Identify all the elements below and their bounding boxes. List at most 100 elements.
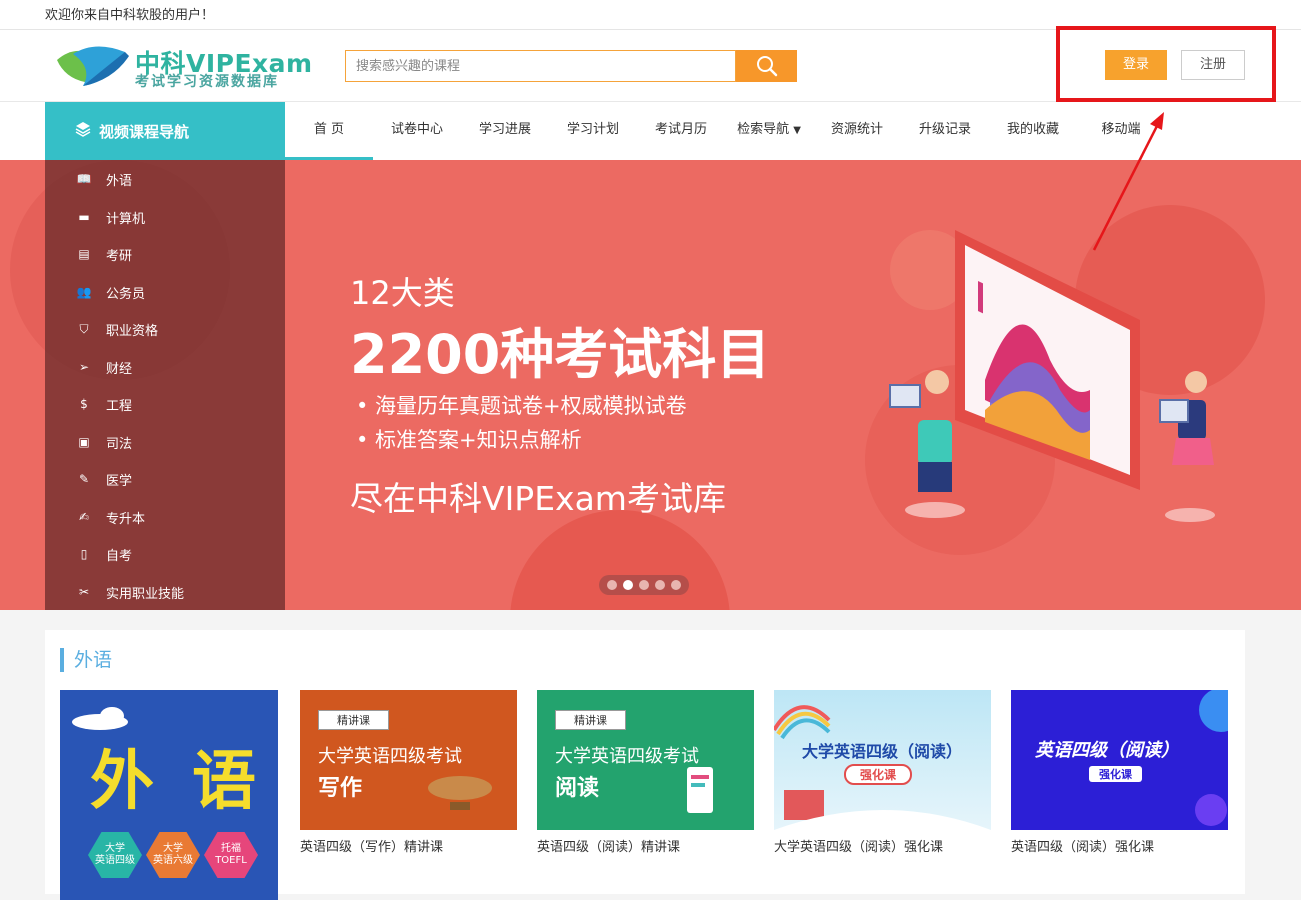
hex-cet4: 大学 英语四级 bbox=[88, 832, 142, 878]
course-caption: 大学英语四级（阅读）强化课 bbox=[774, 840, 944, 855]
big-card-char-a: 外 bbox=[90, 745, 154, 819]
nav-stats[interactable]: 资源统计 bbox=[813, 102, 901, 160]
category-card-foreign-language[interactable]: 外 语 大学 英语四级 大学 英语六级 托福 TOEFL bbox=[60, 690, 278, 900]
foreign-language-section: 外语 外 语 大学 英语四级 大学 英语六级 托福 TOEFL 精讲课 大学英语… bbox=[45, 630, 1245, 900]
sidebar-item-label: 医学 bbox=[106, 473, 133, 489]
course-card[interactable]: 英语四级（阅读） 强化课 英语四级（阅读）强化课 bbox=[1011, 690, 1228, 855]
carousel-dot[interactable] bbox=[655, 580, 665, 590]
sidebar-item-judicial[interactable]: ▣ 司法 bbox=[75, 432, 132, 452]
phone-icon bbox=[687, 767, 713, 813]
sidebar-item-self-exam[interactable]: ▯ 自考 bbox=[75, 544, 132, 564]
sidebar-item-label: 考研 bbox=[106, 248, 133, 264]
nav-calendar[interactable]: 考试月历 bbox=[637, 102, 725, 160]
logo-mark-icon bbox=[57, 46, 129, 86]
search-input[interactable] bbox=[346, 51, 735, 81]
shield-icon: ⛉ bbox=[79, 321, 89, 336]
course-thumb-title: 英语四级（阅读） bbox=[1035, 740, 1179, 761]
banner-line2: 2200种考试科目 bbox=[350, 323, 771, 386]
hex-toefl: 托福 TOEFL bbox=[204, 832, 258, 878]
sidebar-item-label: 计算机 bbox=[106, 211, 146, 227]
welcome-text: 欢迎你来自中科软股的用户！ bbox=[45, 8, 215, 23]
logo-subtitle: 考试学习资源数据库 bbox=[135, 74, 279, 90]
highlight-box bbox=[1056, 26, 1276, 102]
category-sidebar: 📖 外语 ▬ 计算机 ▤ 考研 👥 公务员 ⛉ 职业资格 ➢ 财经 $ 工程 ▣ 司法 ✎ 医学 … bbox=[45, 160, 285, 610]
course-caption: 英语四级（阅读）精讲课 bbox=[537, 840, 681, 855]
sidebar-item-label: 职业资格 bbox=[106, 323, 159, 339]
sidebar-item-label: 司法 bbox=[106, 436, 133, 452]
course-thumbnail: 大学英语四级（阅读） 强化课 bbox=[774, 690, 991, 830]
sidebar-item-qualification[interactable]: ⛉ 职业资格 bbox=[75, 319, 158, 339]
airship-icon bbox=[428, 776, 492, 810]
carousel-dots bbox=[599, 575, 689, 595]
main-nav: 视频课程导航 首 页 试卷中心 学习进展 学习计划 考试月历 检索导航 ▼ 资源… bbox=[0, 102, 1301, 160]
sidebar-item-label: 财经 bbox=[106, 361, 133, 377]
search-button[interactable] bbox=[736, 50, 797, 82]
banner-line1: 12大类 bbox=[350, 274, 455, 312]
sidebar-item-engineering[interactable]: $ 工程 bbox=[75, 394, 132, 414]
sidebar-item-label: 专升本 bbox=[106, 511, 146, 527]
sidebar-item-label: 实用职业技能 bbox=[106, 586, 185, 602]
course-caption: 英语四级（阅读）强化课 bbox=[1011, 840, 1155, 855]
course-nav-label: 视频课程导航 bbox=[99, 122, 190, 141]
sidebar-item-label: 工程 bbox=[106, 398, 133, 414]
document-icon: ▤ bbox=[78, 247, 90, 261]
course-card[interactable]: 精讲课 大学英语四级考试 写作 英语四级（写作）精讲课 bbox=[300, 690, 517, 855]
window-icon: ▬ bbox=[78, 210, 90, 224]
sidebar-item-label: 公务员 bbox=[106, 286, 146, 302]
sidebar-item-foreign-language[interactable]: 📖 外语 bbox=[75, 169, 133, 189]
banner-bullet2: • 标准答案+知识点解析 bbox=[356, 428, 582, 452]
course-thumb-subtitle: 阅读 bbox=[555, 776, 600, 801]
nav-plan[interactable]: 学习计划 bbox=[549, 102, 637, 160]
sidebar-item-vocational-skills[interactable]: ✂ 实用职业技能 bbox=[75, 582, 184, 602]
sidebar-item-computer[interactable]: ▬ 计算机 bbox=[75, 207, 145, 227]
course-caption: 英语四级（写作）精讲课 bbox=[300, 840, 444, 855]
presentation-icon: ▣ bbox=[78, 435, 90, 449]
sidebar-item-medicine[interactable]: ✎ 医学 bbox=[75, 469, 132, 489]
course-thumbnail: 英语四级（阅读） 强化课 bbox=[1011, 690, 1228, 830]
sidebar-item-upgrade-degree[interactable]: ✍ 专升本 bbox=[75, 507, 145, 527]
edit-doc-icon: ✍ bbox=[78, 510, 90, 524]
course-tag: 精讲课 bbox=[318, 710, 389, 730]
course-card[interactable]: 精讲课 大学英语四级考试 阅读 英语四级（阅读）精讲课 bbox=[537, 690, 754, 855]
sidebar-item-label: 自考 bbox=[106, 548, 133, 564]
nav-search-guide-label: 检索导航 bbox=[737, 122, 790, 137]
nav-upgrade[interactable]: 升级记录 bbox=[901, 102, 989, 160]
section-title: 外语 bbox=[60, 648, 112, 672]
sidebar-item-postgraduate[interactable]: ▤ 考研 bbox=[75, 244, 132, 264]
users-icon: 👥 bbox=[76, 285, 92, 299]
nav-search-guide[interactable]: 检索导航 ▼ bbox=[725, 102, 813, 160]
course-tag: 精讲课 bbox=[555, 710, 626, 730]
sidebar-item-civil-service[interactable]: 👥 公务员 bbox=[75, 282, 146, 302]
course-nav-header[interactable]: 视频课程导航 bbox=[45, 102, 285, 160]
nav-mobile[interactable]: 移动端 bbox=[1077, 102, 1165, 160]
paper-plane-icon: ➢ bbox=[78, 360, 90, 374]
search-icon bbox=[756, 56, 777, 77]
course-thumbnail: 精讲课 大学英语四级考试 写作 bbox=[300, 690, 517, 830]
pencil-icon: ✎ bbox=[78, 472, 90, 486]
sidebar-item-finance[interactable]: ➢ 财经 bbox=[75, 357, 132, 377]
carousel-dot[interactable] bbox=[671, 580, 681, 590]
logo[interactable]: 中科VIPExam 考试学习资源数据库 bbox=[55, 42, 315, 90]
carousel-dot[interactable] bbox=[639, 580, 649, 590]
course-thumb-title: 大学英语四级（阅读） bbox=[802, 742, 963, 761]
dollar-icon: $ bbox=[80, 397, 88, 411]
file-icon: ▯ bbox=[80, 547, 88, 561]
course-thumb-badge: 强化课 bbox=[1089, 766, 1142, 782]
sidebar-item-label: 外语 bbox=[106, 173, 133, 189]
course-thumb-title: 大学英语四级考试 bbox=[318, 746, 462, 767]
nav-papers[interactable]: 试卷中心 bbox=[373, 102, 461, 160]
big-card-char-b: 语 bbox=[192, 745, 256, 819]
course-thumbnail: 精讲课 大学英语四级考试 阅读 bbox=[537, 690, 754, 830]
search-box bbox=[345, 50, 736, 82]
course-card[interactable]: 大学英语四级（阅读） 强化课 大学英语四级（阅读）强化课 bbox=[774, 690, 991, 855]
nav-home[interactable]: 首 页 bbox=[285, 102, 373, 160]
carousel-dot-active[interactable] bbox=[623, 580, 633, 590]
tools-icon: ✂ bbox=[78, 585, 90, 599]
nav-favorites[interactable]: 我的收藏 bbox=[989, 102, 1077, 160]
course-thumb-subtitle: 写作 bbox=[318, 776, 363, 801]
carousel-dot[interactable] bbox=[607, 580, 617, 590]
course-thumb-badge: 强化课 bbox=[844, 764, 913, 785]
hex-cet6: 大学 英语六级 bbox=[146, 832, 200, 878]
nav-progress[interactable]: 学习进展 bbox=[461, 102, 549, 160]
book-icon: 📖 bbox=[76, 172, 92, 186]
